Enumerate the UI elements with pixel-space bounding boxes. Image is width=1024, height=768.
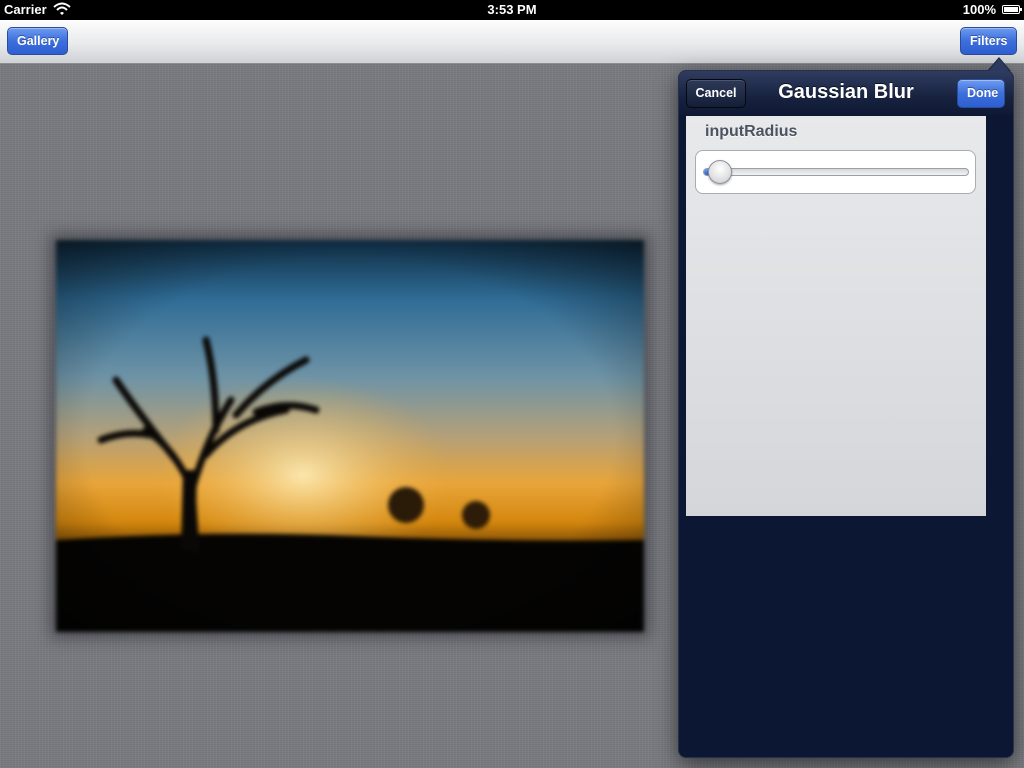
filter-parameters-panel: inputRadius <box>686 116 986 516</box>
battery-percent: 100% <box>962 2 996 17</box>
preview-photo <box>56 240 644 632</box>
popover-arrow-inner <box>989 59 1009 71</box>
slider-track[interactable] <box>703 168 969 176</box>
top-toolbar: Gallery Filters <box>0 20 1024 64</box>
filters-button[interactable]: Filters <box>960 27 1017 55</box>
status-bar: Carrier 3:53 PM 100% <box>0 0 1024 20</box>
battery-icon <box>1002 5 1022 14</box>
status-time: 3:53 PM <box>487 2 537 17</box>
done-button[interactable]: Done <box>957 79 1005 108</box>
parameter-slider-cell <box>695 150 976 194</box>
filter-popover: Cancel Gaussian Blur Done inputRadius <box>678 70 1014 758</box>
gallery-button[interactable]: Gallery <box>7 27 68 55</box>
parameter-label: inputRadius <box>705 123 798 140</box>
popover-nav-bar: Cancel Gaussian Blur Done <box>679 71 1013 115</box>
slider-thumb[interactable] <box>707 160 732 184</box>
